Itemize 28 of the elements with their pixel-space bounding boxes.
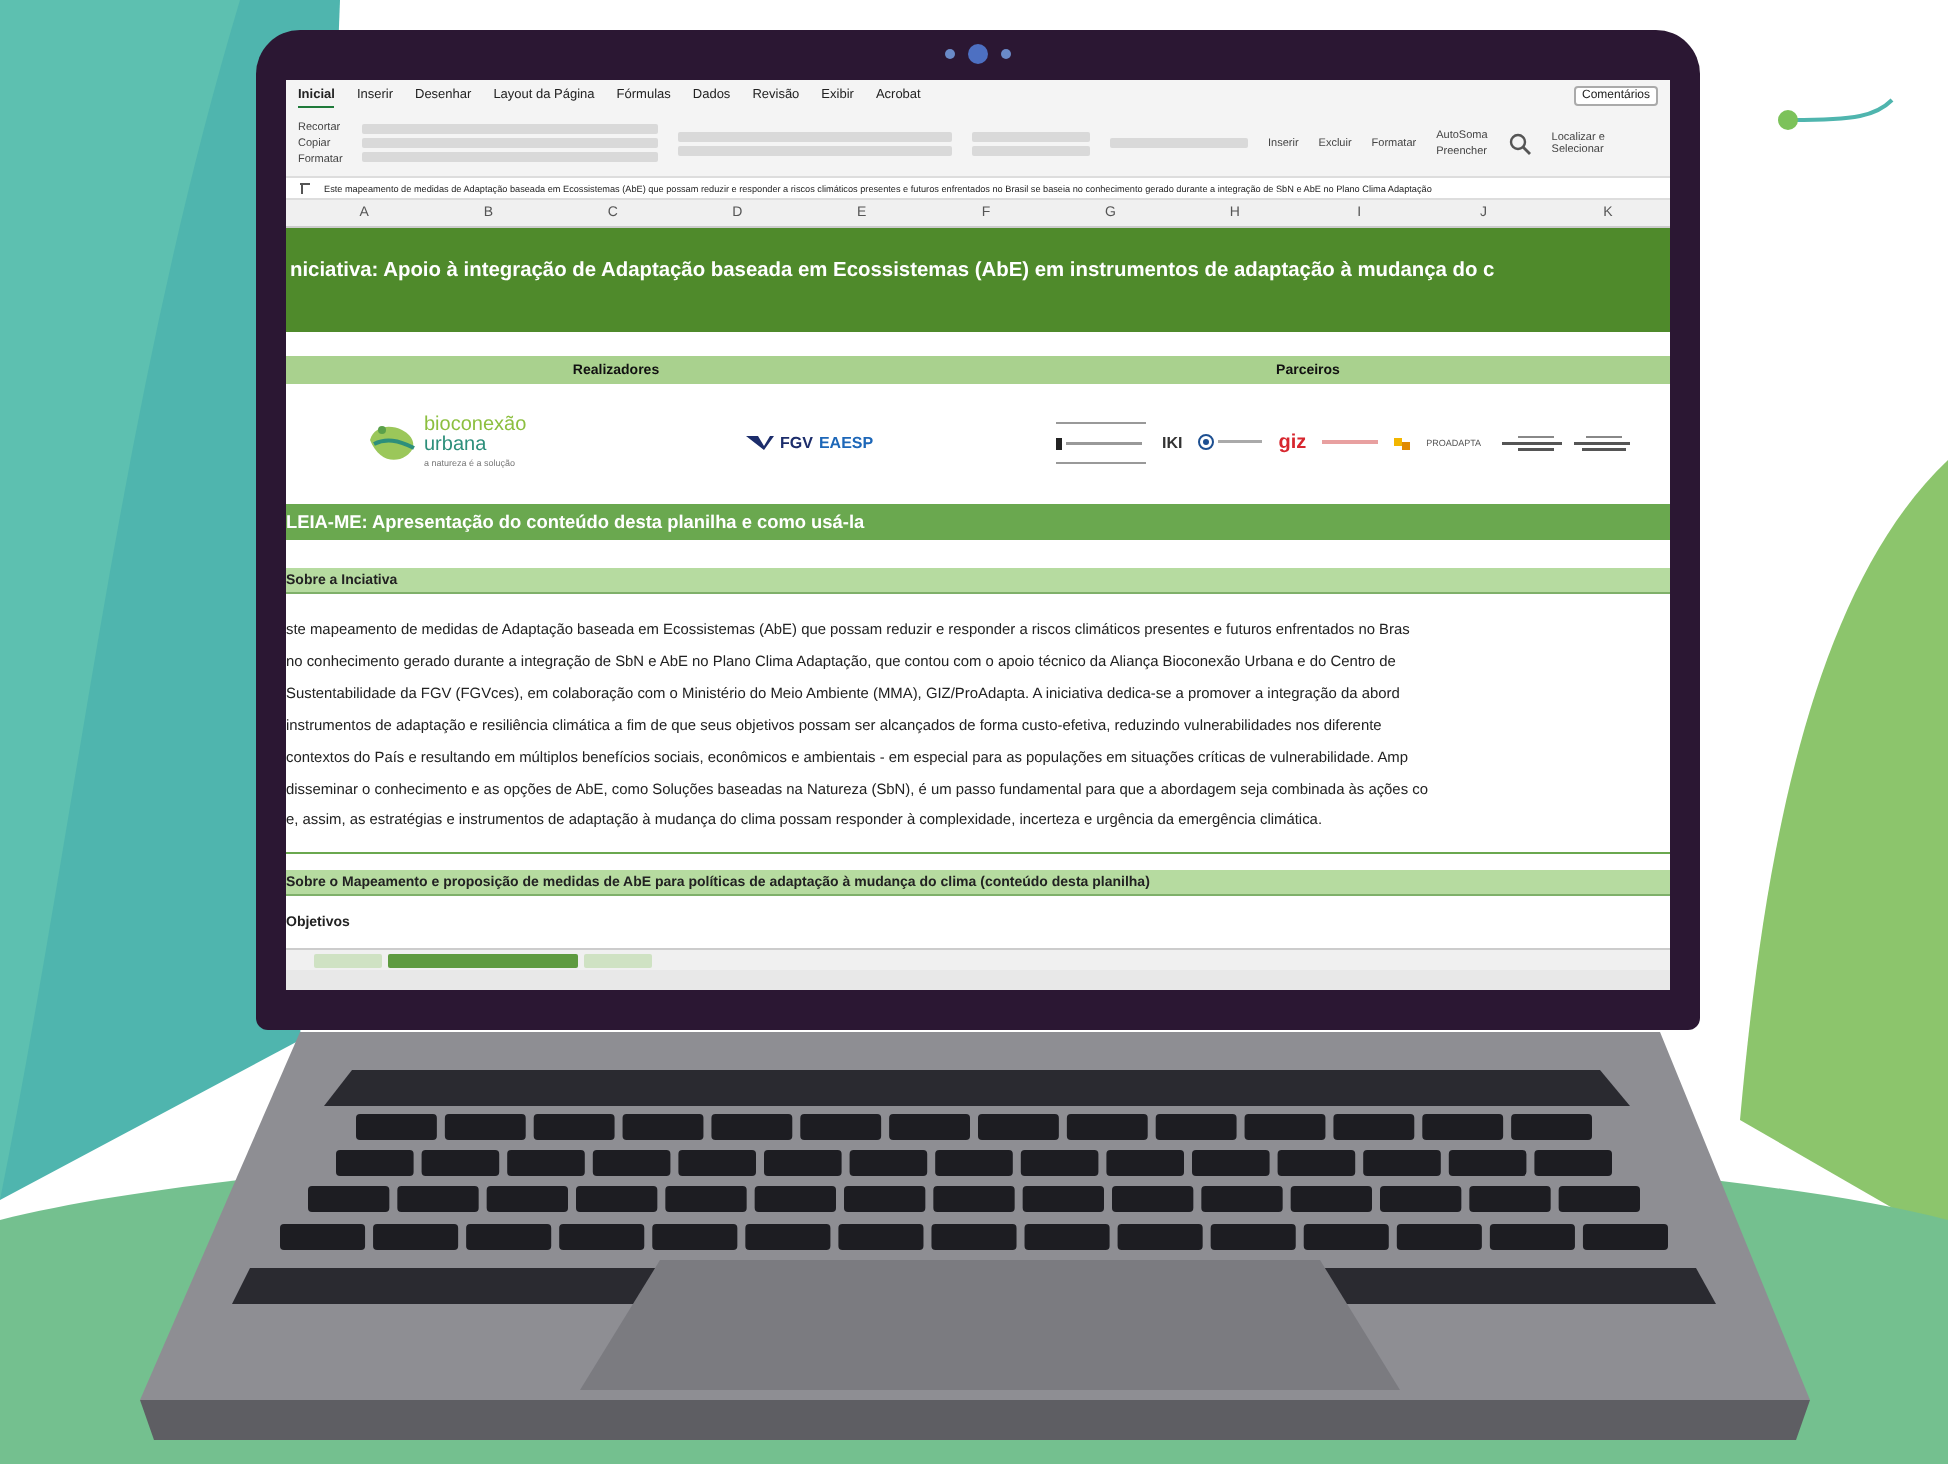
square-logo-icon xyxy=(1394,434,1411,450)
number-format-control[interactable] xyxy=(972,131,1091,141)
logo-text: giz xyxy=(1278,431,1307,453)
emblem-icon xyxy=(1198,434,1263,450)
section-heading: LEIA-ME: Apresentação do conteúdo desta planilha e como usá-la xyxy=(286,512,865,532)
number-format-control[interactable] xyxy=(972,145,1091,155)
sheet-title: niciativa: Apoio à integração de Adaptação baseada em Ecossistemas (AbE) em instrumentos de adaptação à mudança do c xyxy=(288,259,1495,281)
logo-text: EAESP xyxy=(818,433,874,451)
logo-text: bioconexão xyxy=(424,415,527,436)
logo-text: FGV xyxy=(780,433,813,451)
font-control[interactable] xyxy=(362,152,658,162)
logo-lines-icon xyxy=(1322,434,1379,450)
leaf-logo-icon xyxy=(366,420,418,464)
ministry-logo-icon xyxy=(1497,433,1634,451)
alignment-control[interactable] xyxy=(677,131,953,141)
logo-text: IKI xyxy=(1162,433,1183,451)
font-control[interactable] xyxy=(362,138,658,148)
function-icon xyxy=(298,180,312,196)
font-control[interactable] xyxy=(362,124,658,134)
ministry-logo-icon xyxy=(1056,421,1146,463)
search-icon xyxy=(1507,131,1532,155)
sheet-tab[interactable] xyxy=(388,953,578,967)
sheet-tab[interactable] xyxy=(314,953,382,967)
sheet-tab[interactable] xyxy=(584,953,652,967)
alignment-control[interactable] xyxy=(677,145,953,155)
styles-gallery[interactable] xyxy=(1110,138,1248,148)
logo-text: urbana xyxy=(424,435,489,456)
bird-logo-icon xyxy=(746,432,774,452)
